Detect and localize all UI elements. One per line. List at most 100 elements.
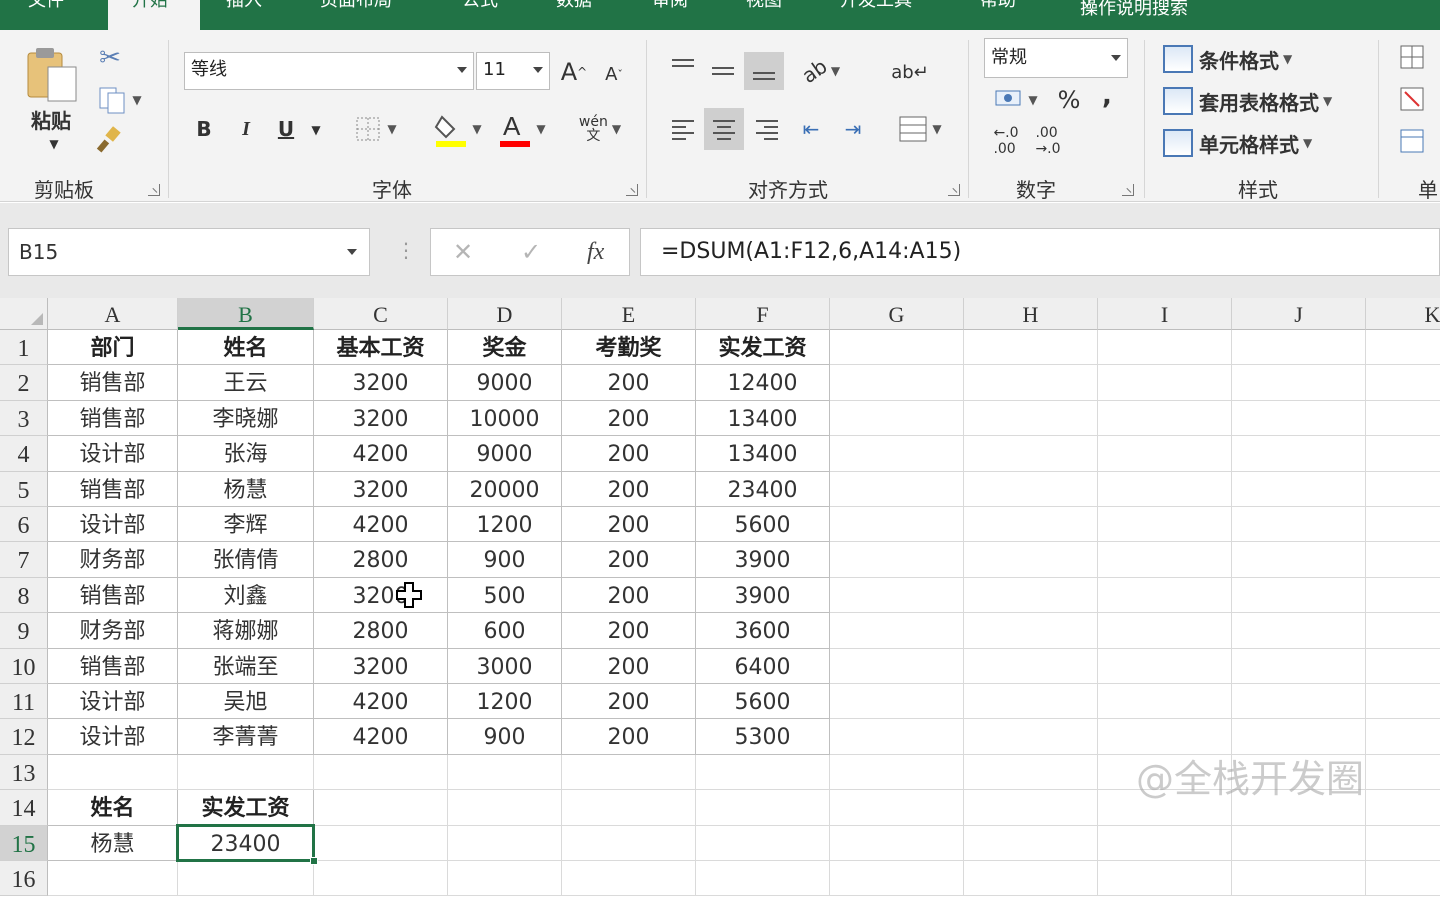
cell-e16[interactable] (562, 861, 696, 897)
table-cell[interactable]: 500 (448, 577, 562, 614)
tab-review[interactable]: 审阅 (652, 0, 702, 30)
cell-j5[interactable] (1232, 471, 1366, 507)
cell-h11[interactable] (964, 684, 1098, 720)
cell-h16[interactable] (964, 861, 1098, 897)
format-painter-icon[interactable] (92, 124, 128, 156)
cell-i4[interactable] (1098, 436, 1232, 472)
cell-h13[interactable] (964, 754, 1098, 791)
table-cell[interactable]: 李晓娜 (178, 400, 314, 437)
row-header-12[interactable]: 12 (0, 719, 48, 755)
cell-g12[interactable] (830, 719, 964, 755)
merge-center-button[interactable]: ▼ (890, 110, 950, 148)
fill-handle[interactable] (310, 857, 318, 865)
table-cell[interactable]: 3200 (314, 577, 448, 614)
cell-i11[interactable] (1098, 684, 1232, 720)
column-header-b[interactable]: B (178, 298, 314, 330)
number-format-select[interactable]: 常规 (984, 38, 1128, 78)
clipboard-launcher-icon[interactable] (148, 184, 160, 196)
criteria-header-cell[interactable]: 实发工资 (178, 790, 314, 826)
decrease-indent-icon[interactable]: ⇤ (794, 112, 828, 146)
cell-i6[interactable] (1098, 507, 1232, 543)
table-cell[interactable]: 200 (562, 400, 696, 437)
cell-i15[interactable] (1098, 825, 1232, 861)
table-cell[interactable]: 设计部 (48, 719, 178, 755)
increase-decimal-icon[interactable]: ←.0.00 (988, 124, 1024, 158)
table-cell[interactable]: 9000 (448, 436, 562, 472)
row-header-13[interactable]: 13 (0, 754, 48, 791)
cell-d16[interactable] (448, 861, 562, 897)
font-launcher-icon[interactable] (626, 184, 638, 196)
column-header-i[interactable]: I (1098, 298, 1232, 330)
cell-f16[interactable] (696, 861, 830, 897)
borders-button[interactable]: ▼ (346, 112, 406, 146)
grow-font-button[interactable]: A ^ (560, 54, 588, 90)
cell-c13[interactable] (314, 754, 448, 791)
cell-h1[interactable] (964, 330, 1098, 366)
table-cell[interactable]: 刘鑫 (178, 577, 314, 614)
copy-button[interactable]: ▼ (92, 82, 148, 118)
shrink-font-button[interactable]: Aˇ (600, 58, 628, 90)
fill-color-button[interactable]: ▼ (430, 110, 486, 148)
cell-c15[interactable] (314, 825, 448, 861)
cell-h4[interactable] (964, 436, 1098, 472)
cell-h8[interactable] (964, 577, 1098, 614)
cell-k3[interactable] (1366, 401, 1440, 437)
tab-developer[interactable]: 开发工具 (840, 0, 934, 30)
cell-h2[interactable] (964, 365, 1098, 401)
row-header-16[interactable]: 16 (0, 861, 48, 897)
cell-f14[interactable] (696, 790, 830, 826)
table-cell[interactable]: 200 (562, 719, 696, 755)
cell-k16[interactable] (1366, 861, 1440, 897)
table-cell[interactable]: 200 (562, 436, 696, 472)
cell-c14[interactable] (314, 790, 448, 826)
cell-j15[interactable] (1232, 825, 1366, 861)
cell-g15[interactable] (830, 825, 964, 861)
row-header-7[interactable]: 7 (0, 542, 48, 578)
table-cell[interactable]: 3000 (448, 648, 562, 684)
table-cell[interactable]: 600 (448, 613, 562, 649)
table-cell[interactable]: 900 (448, 719, 562, 755)
cell-i1[interactable] (1098, 330, 1232, 366)
cell-j7[interactable] (1232, 542, 1366, 578)
table-cell[interactable]: 2800 (314, 613, 448, 649)
table-cell[interactable]: 200 (562, 471, 696, 507)
cell-k14[interactable] (1366, 790, 1440, 826)
column-header-f[interactable]: F (696, 298, 830, 330)
cell-b13[interactable] (178, 754, 314, 791)
row-header-2[interactable]: 2 (0, 365, 48, 401)
table-cell[interactable]: 3200 (314, 648, 448, 684)
table-cell[interactable]: 3200 (314, 471, 448, 507)
cell-h12[interactable] (964, 719, 1098, 755)
table-cell[interactable]: 张端至 (178, 648, 314, 684)
cell-d15[interactable] (448, 825, 562, 861)
table-header-cell[interactable]: 基本工资 (314, 330, 448, 366)
table-header-cell[interactable]: 部门 (48, 330, 178, 366)
decrease-decimal-icon[interactable]: .00 →.0 (1030, 124, 1066, 158)
number-launcher-icon[interactable] (1122, 184, 1134, 196)
cell-h3[interactable] (964, 400, 1098, 437)
cell-h7[interactable] (964, 542, 1098, 578)
cell-g11[interactable] (830, 684, 964, 720)
table-cell[interactable]: 200 (562, 613, 696, 649)
table-cell[interactable]: 20000 (448, 471, 562, 507)
cell-g10[interactable] (830, 648, 964, 684)
tell-me-search[interactable]: ▽ 操作说明搜索 (1080, 0, 1270, 30)
cell-i16[interactable] (1098, 861, 1232, 897)
orientation-button[interactable]: ab ▼ (794, 54, 848, 88)
column-header-c[interactable]: C (314, 298, 448, 330)
row-header-8[interactable]: 8 (0, 577, 48, 614)
table-cell[interactable]: 200 (562, 684, 696, 720)
cell-j6[interactable] (1232, 507, 1366, 543)
paste-dropdown-icon[interactable]: ▼ (44, 136, 64, 152)
cell-f15[interactable] (696, 825, 830, 861)
cell-a13[interactable] (48, 754, 178, 791)
tab-insert[interactable]: 插入 (226, 0, 276, 30)
italic-button[interactable]: I (232, 114, 260, 144)
table-cell[interactable]: 900 (448, 542, 562, 578)
tab-help[interactable]: 帮助 (980, 0, 1030, 30)
select-all-corner[interactable] (0, 298, 48, 330)
table-cell[interactable]: 4200 (314, 719, 448, 755)
cell-d13[interactable] (448, 754, 562, 791)
row-header-1[interactable]: 1 (0, 330, 48, 366)
cell-c16[interactable] (314, 861, 448, 897)
